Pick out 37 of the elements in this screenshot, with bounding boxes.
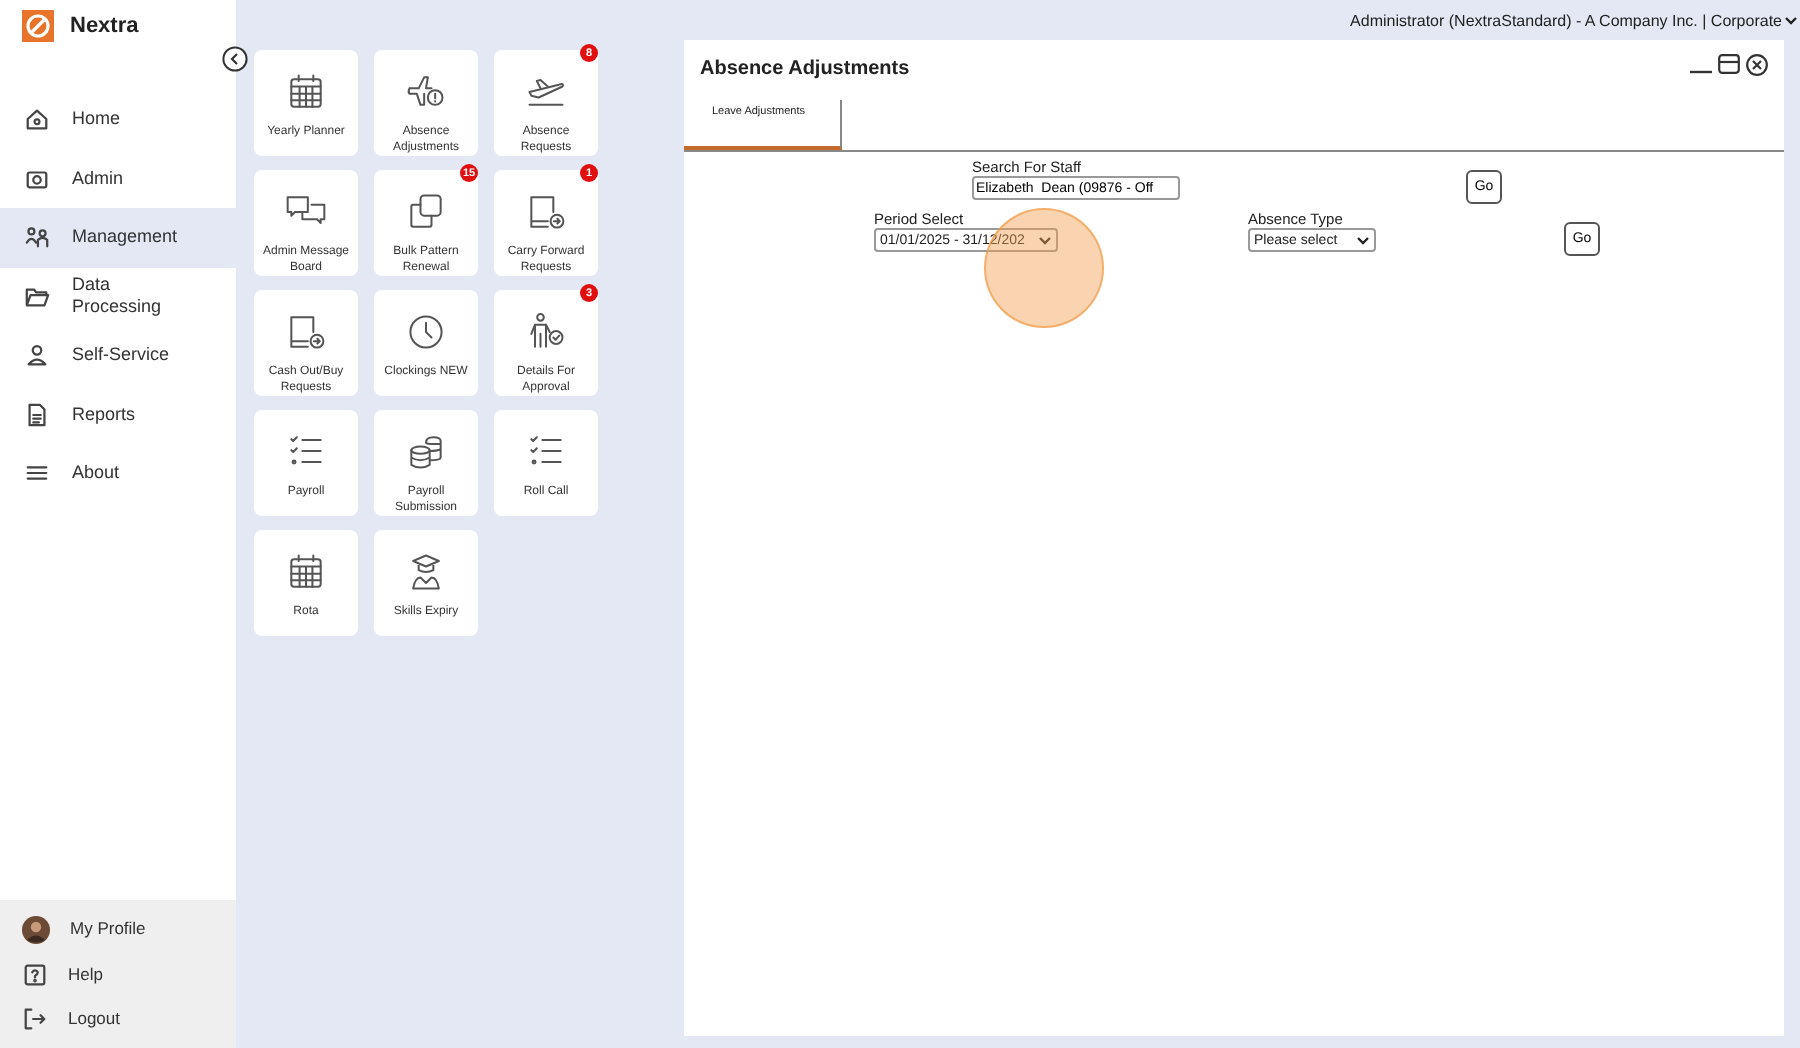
- calendar-icon: [284, 70, 328, 114]
- help-icon: [22, 961, 48, 988]
- document-icon: [24, 401, 50, 428]
- nav-item[interactable]: Admin: [0, 149, 236, 208]
- user-menu[interactable]: Administrator (NextraStandard) - A Company Inc. | Corporate: [1350, 11, 1782, 29]
- nav-item[interactable]: Data Processing: [0, 267, 236, 326]
- maximize-icon[interactable]: [1718, 54, 1740, 74]
- coins-icon: [404, 430, 448, 474]
- nav-item[interactable]: Management: [0, 208, 236, 267]
- nav-item[interactable]: Help: [0, 952, 236, 997]
- close-icon[interactable]: [1746, 54, 1768, 76]
- nav-item[interactable]: Reports: [0, 385, 236, 444]
- collapse-icon[interactable]: [222, 46, 248, 72]
- caret-icon: [1038, 235, 1052, 245]
- document-arrow-icon: [284, 310, 328, 354]
- nav-item[interactable]: Self-Service: [0, 326, 236, 385]
- home-icon: [24, 106, 50, 133]
- copy-icon: [404, 190, 448, 234]
- app-name: Nextra: [70, 14, 139, 38]
- nav-item[interactable]: About: [0, 444, 236, 503]
- nav-item[interactable]: Home: [0, 90, 236, 149]
- calendar-icon: [284, 550, 328, 594]
- logo-icon: [22, 10, 54, 42]
- person-check-icon: [524, 310, 568, 354]
- clock-icon: [404, 310, 448, 354]
- people-icon: [24, 224, 50, 251]
- document-arrow-icon: [524, 190, 568, 234]
- nav-item[interactable]: My Profile: [0, 907, 236, 952]
- person-icon: [24, 342, 50, 369]
- camera-icon: [24, 165, 50, 192]
- folder-icon: [24, 283, 50, 310]
- avatar: [22, 915, 50, 944]
- nav-item[interactable]: Logout: [0, 997, 236, 1042]
- caret-icon: [1356, 235, 1370, 245]
- logout-icon: [22, 1006, 48, 1033]
- window-title: Absence Adjustments: [700, 58, 910, 80]
- caret-icon[interactable]: [1784, 15, 1798, 25]
